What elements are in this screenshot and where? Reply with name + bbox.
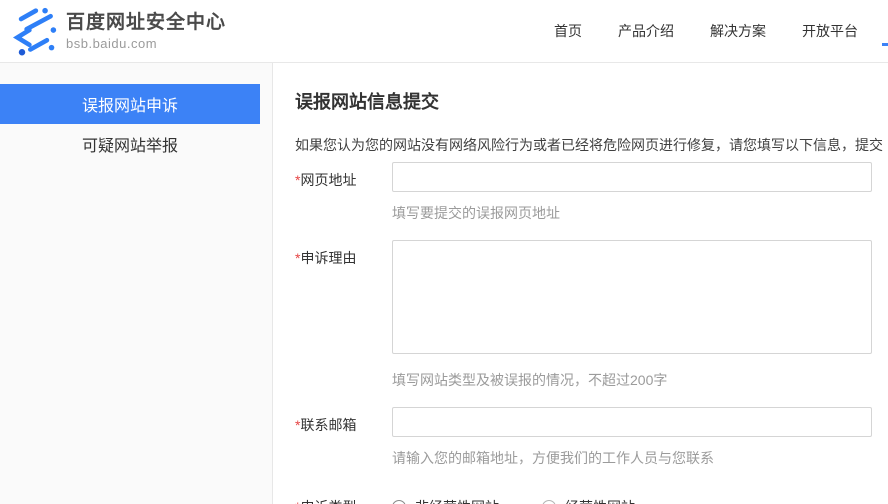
reason-helper-text: 填写网站类型及被误报的情况，不超过200字 <box>392 370 872 390</box>
url-field-label: *网页地址 <box>295 162 392 223</box>
radio-option-non-commercial[interactable]: 非经营性网站 <box>392 497 499 504</box>
sidebar-item-suspicious-report[interactable]: 可疑网站举报 <box>0 124 260 164</box>
url-input[interactable] <box>392 162 872 192</box>
top-nav: 首页 产品介绍 解决方案 开放平台 <box>554 21 858 41</box>
nav-item-solutions[interactable]: 解决方案 <box>710 21 766 41</box>
header: 百度网址安全中心 bsb.baidu.com 首页 产品介绍 解决方案 开放平台 <box>0 0 888 63</box>
content: 误报网站申诉 可疑网站举报 误报网站信息提交 如果您认为您的网站没有网络风险行为… <box>0 63 888 504</box>
reason-field: 填写网站类型及被误报的情况，不超过200字 <box>392 240 872 390</box>
site-domain: bsb.baidu.com <box>66 36 226 51</box>
radio-button-non-commercial[interactable] <box>392 500 406 504</box>
radio-label-non-commercial: 非经营性网站 <box>415 497 499 504</box>
form-row-email: *联系邮箱 请输入您的邮箱地址，方便我们的工作人员与您联系 <box>295 407 888 468</box>
radio-option-commercial[interactable]: 经营性网站 <box>542 497 635 504</box>
logo-text: 百度网址安全中心 bsb.baidu.com <box>66 11 226 51</box>
nav-item-open-platform[interactable]: 开放平台 <box>802 21 858 41</box>
url-field: 填写要提交的误报网页地址 <box>392 162 872 223</box>
radio-label-commercial: 经营性网站 <box>565 497 635 504</box>
appeal-type-radio-group: 非经营性网站 经营性网站 <box>392 496 635 504</box>
active-nav-underline-fragment <box>882 43 888 46</box>
form-row-url: *网页地址 填写要提交的误报网页地址 <box>295 162 888 223</box>
appeal-form: *网页地址 填写要提交的误报网页地址 *申诉理由 填写网站类型及被误报的情况，不… <box>295 162 888 504</box>
email-field: 请输入您的邮箱地址，方便我们的工作人员与您联系 <box>392 407 872 468</box>
page-description: 如果您认为您的网站没有网络风险行为或者已经将危险网页进行修复，请您填写以下信息，… <box>295 135 888 155</box>
email-field-label: *联系邮箱 <box>295 407 392 468</box>
baidu-security-logo-icon <box>10 5 58 57</box>
sidebar-item-misreport-appeal[interactable]: 误报网站申诉 <box>0 84 260 124</box>
main-panel: 误报网站信息提交 如果您认为您的网站没有网络风险行为或者已经将危险网页进行修复，… <box>273 63 888 504</box>
page-title: 误报网站信息提交 <box>295 88 888 114</box>
appeal-type-field-label: *申诉类型 <box>295 496 392 504</box>
sidebar: 误报网站申诉 可疑网站举报 <box>0 63 273 504</box>
reason-field-label: *申诉理由 <box>295 240 392 390</box>
form-row-reason: *申诉理由 填写网站类型及被误报的情况，不超过200字 <box>295 240 888 390</box>
form-row-appeal-type: *申诉类型 非经营性网站 经营性网站 <box>295 496 888 504</box>
reason-textarea[interactable] <box>392 240 872 354</box>
site-logo[interactable]: 百度网址安全中心 bsb.baidu.com <box>10 5 226 57</box>
url-helper-text: 填写要提交的误报网页地址 <box>392 203 872 223</box>
nav-item-products[interactable]: 产品介绍 <box>618 21 674 41</box>
email-input[interactable] <box>392 407 872 437</box>
site-title: 百度网址安全中心 <box>66 11 226 35</box>
email-helper-text: 请输入您的邮箱地址，方便我们的工作人员与您联系 <box>392 448 872 468</box>
radio-button-commercial[interactable] <box>542 500 556 504</box>
nav-item-home[interactable]: 首页 <box>554 21 582 41</box>
